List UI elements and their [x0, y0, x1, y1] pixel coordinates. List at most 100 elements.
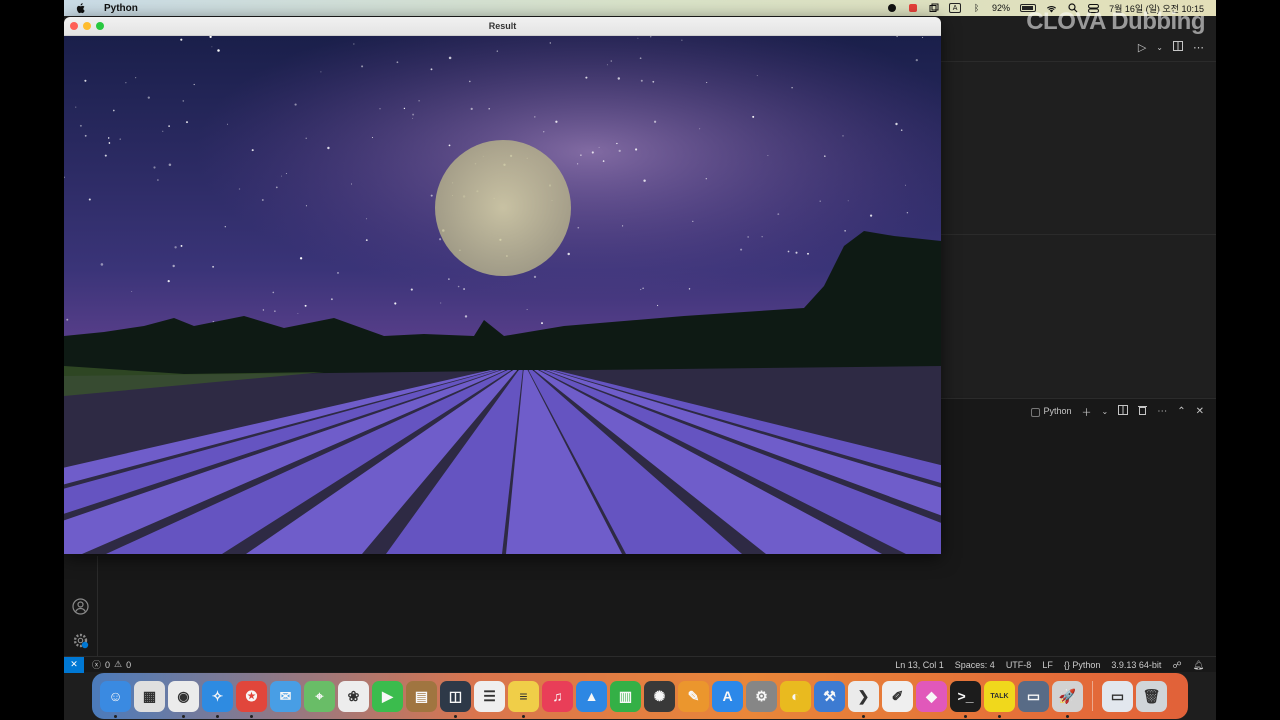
star	[238, 188, 241, 190]
star	[643, 179, 646, 182]
dock-trash-icon[interactable]: 🗑	[1136, 680, 1167, 712]
star	[79, 124, 82, 127]
more-actions-icon[interactable]: ⋯	[1157, 406, 1167, 417]
dock-color-app-icon[interactable]: ◆	[916, 680, 947, 712]
dock-textedit-icon[interactable]: ✐	[882, 680, 913, 712]
star	[650, 36, 652, 38]
star	[330, 298, 333, 301]
dock-terminal-icon[interactable]: >_	[950, 680, 981, 718]
dock-kakaotalk-icon[interactable]: TALK	[984, 680, 1015, 718]
star	[906, 212, 909, 214]
dock-app-dark-icon[interactable]: ◫	[440, 680, 471, 718]
dock-davinci-icon[interactable]: ✺	[644, 680, 675, 712]
star	[905, 184, 906, 186]
dock-maps-icon[interactable]: ⌖	[304, 680, 335, 712]
dock-numbers-icon[interactable]: ▥	[610, 680, 641, 712]
close-panel-icon[interactable]: ✕	[1196, 406, 1204, 417]
dock-photos-icon[interactable]: ❀	[338, 680, 369, 712]
star	[526, 309, 528, 310]
language-mode[interactable]: {} Python	[1064, 660, 1101, 670]
cursor-position[interactable]: Ln 13, Col 1	[895, 660, 944, 670]
star	[281, 175, 282, 177]
indentation[interactable]: Spaces: 4	[955, 660, 995, 670]
result-window[interactable]: Result	[64, 17, 941, 554]
star	[468, 80, 471, 83]
dock-reminders-icon[interactable]: ☰	[474, 680, 505, 712]
star	[212, 265, 215, 268]
red-status-icon[interactable]	[907, 3, 918, 14]
apple-menu-icon[interactable]	[76, 2, 88, 14]
dock-facetime-icon[interactable]: ▶	[372, 680, 403, 712]
remote-indicator-icon[interactable]: ✕	[64, 656, 84, 673]
dock-notes-icon[interactable]: ≡	[508, 680, 539, 718]
star	[131, 291, 133, 292]
python-interpreter[interactable]: 3.9.13 64-bit	[1111, 660, 1161, 670]
dock-pages-icon[interactable]: ✎	[678, 680, 709, 712]
accounts-icon[interactable]	[72, 598, 89, 615]
dock-music-icon[interactable]: ♫	[542, 680, 573, 712]
run-python-file-icon[interactable]: ▷	[1138, 41, 1146, 54]
terminal-icon	[1031, 407, 1041, 417]
file-encoding[interactable]: UTF-8	[1006, 660, 1032, 670]
star	[895, 122, 898, 126]
star	[294, 103, 297, 106]
dock-downloads-folder-icon[interactable]: ▭	[1102, 680, 1133, 712]
dock-app-red-icon[interactable]: ✪	[236, 680, 267, 718]
dock-xcode-icon[interactable]: ⚒	[814, 680, 845, 712]
terminal-label: Python	[1043, 406, 1072, 417]
star	[448, 278, 450, 280]
dock-vscode-icon[interactable]: ❯	[848, 680, 879, 718]
dock-app-store-icon[interactable]: A	[712, 680, 743, 712]
maximize-panel-icon[interactable]: ⌃	[1177, 406, 1185, 417]
active-app-name[interactable]: Python	[104, 3, 138, 14]
star	[66, 318, 69, 321]
record-icon[interactable]	[886, 3, 897, 14]
running-indicator	[216, 714, 219, 718]
notifications-bell-icon[interactable]: 🔔︎	[1193, 660, 1204, 671]
star	[635, 148, 638, 151]
more-actions-icon[interactable]: ⋯	[1193, 41, 1204, 54]
terminal-dropdown-icon[interactable]: ⌄	[1102, 407, 1109, 416]
split-editor-icon[interactable]	[1173, 41, 1183, 54]
dock: ☺ ▦ ◉ ✧ ✪ ✉ ⌖ ❀ ▶ ▤ ◫ ☰ ≡ ♫ ▲ ▥ ✺ ✎ A ⚙ ◐ ⚒ ❯ ✐ ◆ >_ TALK ▭ 🚀 ▭ 🗑	[92, 673, 1188, 719]
star	[305, 205, 307, 207]
new-terminal-icon[interactable]: ＋	[1082, 404, 1092, 419]
star	[147, 96, 150, 99]
error-icon: ⓧ	[92, 660, 102, 670]
dock-finder-icon[interactable]: ☺	[100, 680, 131, 718]
star	[305, 137, 307, 139]
kill-terminal-icon[interactable]	[1138, 405, 1148, 418]
split-terminal-icon[interactable]	[1118, 405, 1129, 418]
running-indicator	[998, 714, 1001, 718]
star	[457, 285, 460, 288]
dock-python-launcher-icon[interactable]: 🚀	[1052, 680, 1083, 718]
dock-chrome-icon[interactable]: ◉	[168, 680, 199, 718]
dock-app-yellow-icon[interactable]: ◐	[780, 680, 811, 712]
manage-gear-icon[interactable]	[72, 632, 89, 649]
dock-keynote-icon[interactable]: ▲	[576, 680, 607, 712]
window-switch-icon[interactable]	[928, 3, 939, 14]
star	[580, 154, 582, 156]
star	[108, 142, 111, 144]
star	[842, 135, 844, 137]
dock-preview-icon[interactable]: ▭	[1018, 680, 1049, 712]
running-indicator	[862, 714, 865, 718]
star	[262, 309, 265, 311]
result-window-titlebar[interactable]: Result	[64, 17, 941, 36]
star	[320, 71, 322, 73]
bluetooth-icon[interactable]: ᛒ	[971, 3, 982, 14]
terminal-tab[interactable]: Python	[1031, 406, 1072, 417]
dock-mail-icon[interactable]: ✉	[270, 680, 301, 712]
input-source-icon[interactable]: A	[949, 3, 962, 13]
dock-launchpad-icon[interactable]: ▦	[134, 680, 165, 712]
star	[167, 279, 170, 283]
dock-safari-icon[interactable]: ✧	[202, 680, 233, 718]
feedback-icon[interactable]: ☍	[1172, 660, 1181, 671]
dock-settings-icon[interactable]: ⚙	[746, 680, 777, 712]
run-dropdown-chevron-icon[interactable]: ⌄	[1156, 43, 1163, 52]
star	[327, 146, 330, 150]
star	[168, 125, 170, 127]
problems-indicator[interactable]: ⓧ 0 ⚠ 0	[92, 658, 131, 671]
dock-app-brown-icon[interactable]: ▤	[406, 680, 437, 712]
end-of-line[interactable]: LF	[1042, 660, 1053, 670]
